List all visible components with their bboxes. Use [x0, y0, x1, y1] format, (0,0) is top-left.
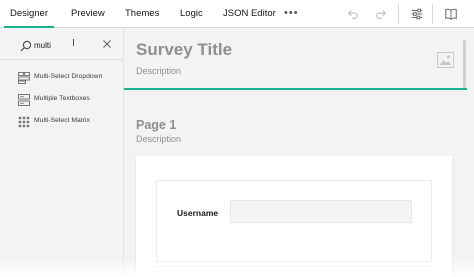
tab-designer[interactable]: Designer [4, 0, 54, 28]
tagbox-icon [18, 72, 30, 84]
tab-json-editor[interactable]: JSON Editor [223, 0, 276, 28]
tab-preview[interactable]: Preview [71, 0, 105, 28]
toolbox-item-multiple-textboxes[interactable]: Multiple Textboxes [0, 91, 124, 109]
toolbox-item-label: Multi-Select Matrix [34, 117, 90, 124]
toolbox-item-label: Multi-Select Dropdown [34, 73, 103, 80]
scrollbar-thumb[interactable] [463, 40, 466, 88]
toolbar-separator [432, 4, 433, 24]
search-icon [20, 40, 32, 52]
settings-icon[interactable] [410, 7, 424, 21]
multipletext-icon [18, 94, 30, 106]
text-cursor-icon: I [72, 38, 75, 49]
survey-description[interactable]: Description [136, 66, 181, 76]
toolbox-search: I [0, 28, 124, 60]
question-title[interactable]: Username [177, 208, 218, 218]
page-title[interactable]: Page 1 [136, 118, 176, 132]
bottom-fade-overlay [0, 258, 474, 277]
redo-icon[interactable] [374, 7, 388, 21]
book-icon[interactable] [444, 7, 458, 21]
toolbox-search-input[interactable] [34, 38, 68, 52]
matrix-icon [18, 116, 30, 128]
question-text-input[interactable] [230, 200, 412, 223]
undo-icon[interactable] [346, 7, 360, 21]
toolbox-item-label: Multiple Textboxes [34, 95, 90, 102]
tab-logic[interactable]: Logic [180, 0, 203, 28]
page-description[interactable]: Description [136, 134, 181, 144]
survey-creator: Designer Preview Themes Logic JSON Edito… [0, 0, 474, 277]
close-icon[interactable] [102, 39, 112, 49]
image-icon[interactable] [437, 52, 454, 68]
toolbox-item-multi-select-matrix[interactable]: Multi-Select Matrix [0, 113, 124, 131]
toolbar-separator [398, 4, 399, 24]
survey-title[interactable]: Survey Title [136, 40, 232, 60]
toolbox-item-multi-select-dropdown[interactable]: Multi-Select Dropdown [0, 69, 124, 87]
design-surface: Survey Title Description Page 1 Descript… [124, 28, 474, 277]
header-divider [124, 88, 467, 90]
tab-themes[interactable]: Themes [125, 0, 159, 28]
top-toolbar: Designer Preview Themes Logic JSON Edito… [0, 0, 474, 28]
toolbox-panel: I Multi-Select Dropdown Multiple Te [0, 28, 124, 277]
more-tabs-button[interactable]: ••• [284, 0, 299, 28]
question-card[interactable]: Username [156, 180, 432, 262]
